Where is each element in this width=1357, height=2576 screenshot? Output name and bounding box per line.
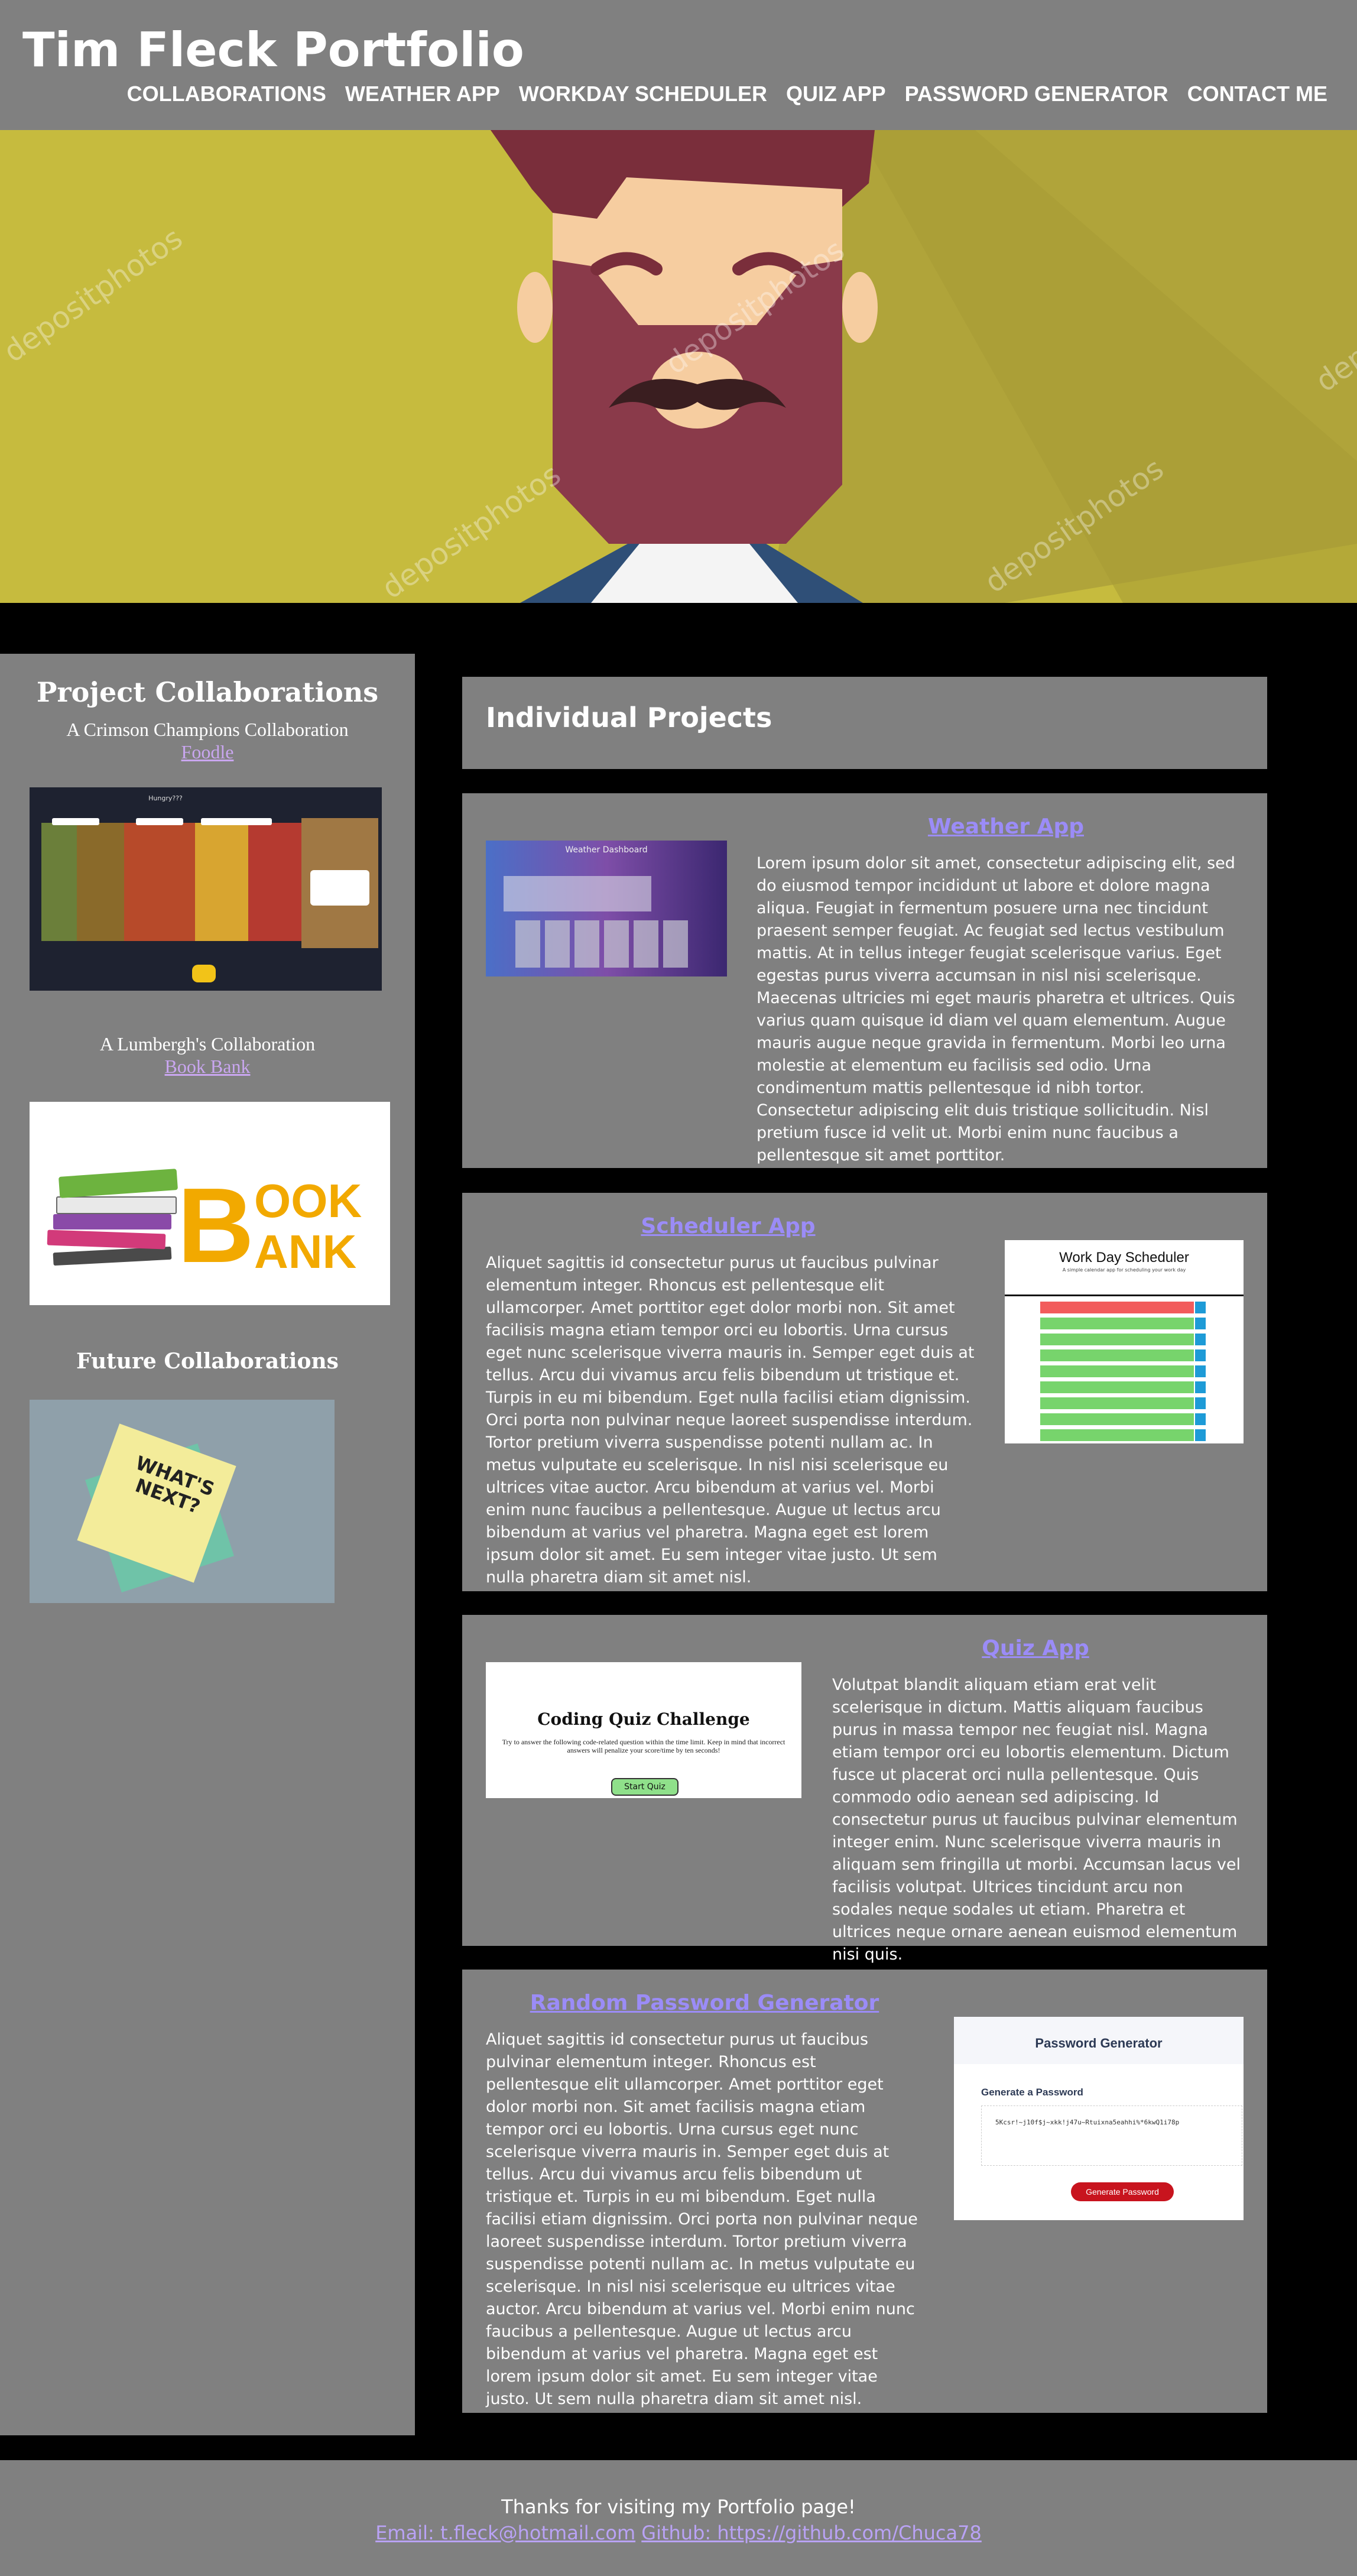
password-thumb-subtitle: Generate a Password bbox=[981, 2087, 1083, 2098]
footer-links: Email: t.fleck@hotmail.com Github: https… bbox=[0, 2522, 1357, 2544]
password-thumb-output: 5Kcsr!~j10f$j~xkk!j47u~Rtuixna5eahhi%*6k… bbox=[995, 2118, 1180, 2126]
book-bank-logo-ook: OOK bbox=[254, 1175, 362, 1227]
quiz-app-thumbnail[interactable]: Coding Quiz Challenge Try to answer the … bbox=[486, 1662, 801, 1798]
scheduler-thumb-subtitle: A simple calendar app for scheduling you… bbox=[1062, 1267, 1186, 1273]
weather-app-card: Weather App Weather Dashboard Lorem ipsu… bbox=[462, 793, 1267, 1168]
book-bank-logo-b: B bbox=[177, 1166, 254, 1285]
github-link[interactable]: Github: https://github.com/Chuca78 bbox=[641, 2522, 982, 2544]
password-generator-thumbnail[interactable]: Password Generator Generate a Password 5… bbox=[954, 2017, 1244, 2220]
foodle-thumb-title: Hungry??? bbox=[148, 794, 183, 802]
email-link[interactable]: Email: t.fleck@hotmail.com bbox=[375, 2522, 635, 2544]
scheduler-app-description: Aliquet sagittis id consectetur purus ut… bbox=[486, 1254, 975, 1587]
scheduler-app-card: Scheduler App Aliquet sagittis id consec… bbox=[462, 1193, 1267, 1591]
sidebar-heading: Project Collaborations bbox=[36, 676, 379, 708]
nav-quiz-app[interactable]: QUIZ APP bbox=[786, 82, 886, 106]
quiz-thumb-text: Try to answer the following code-related… bbox=[502, 1738, 785, 1754]
nav-workday-scheduler[interactable]: WORKDAY SCHEDULER bbox=[519, 82, 767, 106]
scheduler-app-link[interactable]: Scheduler App bbox=[486, 1214, 970, 1238]
future-collaborations-heading: Future Collaborations bbox=[76, 1349, 339, 1374]
future-collaborations-image: WHAT'S NEXT? bbox=[30, 1400, 335, 1603]
main-nav: COLLABORATIONS WEATHER APP WORKDAY SCHED… bbox=[127, 82, 1327, 106]
password-generator-card: Random Password Generator Aliquet sagitt… bbox=[462, 1970, 1267, 2413]
site-header: Tim Fleck Portfolio COLLABORATIONS WEATH… bbox=[0, 0, 1357, 130]
password-generator-description: Aliquet sagittis id consectetur purus ut… bbox=[486, 2030, 918, 2408]
collab-subtitle: A Crimson Champions Collaboration bbox=[66, 719, 349, 740]
site-title: Tim Fleck Portfolio bbox=[22, 22, 524, 77]
nav-weather-app[interactable]: WEATHER APP bbox=[345, 82, 500, 106]
nav-password-generator[interactable]: PASSWORD GENERATOR bbox=[905, 82, 1168, 106]
collaborations-sidebar: Project Collaborations A Crimson Champio… bbox=[0, 654, 415, 2435]
hero-banner: depositphotos depositphotos depositphoto… bbox=[0, 130, 1357, 603]
quiz-app-card: Quiz App Coding Quiz Challenge Try to an… bbox=[462, 1615, 1267, 1964]
start-quiz-button: Start Quiz bbox=[611, 1778, 678, 1796]
collab-subtitle: A Lumbergh's Collaboration bbox=[99, 1033, 316, 1055]
foodle-link[interactable]: Foodle bbox=[0, 741, 415, 763]
book-bank-logo[interactable]: B OOK ANK bbox=[30, 1102, 390, 1305]
password-generator-link[interactable]: Random Password Generator bbox=[486, 1991, 923, 2015]
footer-thanks: Thanks for visiting my Portfolio page! bbox=[501, 2496, 856, 2518]
quiz-app-link[interactable]: Quiz App bbox=[805, 1636, 1266, 1660]
weather-app-link[interactable]: Weather App bbox=[746, 815, 1266, 839]
site-footer: Thanks for visiting my Portfolio page! E… bbox=[0, 2460, 1357, 2576]
nav-contact-me[interactable]: CONTACT ME bbox=[1187, 82, 1327, 106]
weather-app-description: Lorem ipsum dolor sit amet, consectetur … bbox=[757, 854, 1235, 1164]
generate-password-button: Generate Password bbox=[1071, 2182, 1174, 2201]
foodle-thumbnail[interactable]: Hungry??? bbox=[30, 787, 382, 991]
weather-app-thumbnail[interactable]: Weather Dashboard bbox=[486, 841, 727, 976]
individual-projects-title: Individual Projects bbox=[486, 702, 772, 734]
password-thumb-title: Password Generator bbox=[1035, 2036, 1163, 2051]
weather-thumb-title: Weather Dashboard bbox=[565, 845, 648, 855]
nav-collaborations[interactable]: COLLABORATIONS bbox=[127, 82, 326, 106]
scheduler-thumb-title: Work Day Scheduler bbox=[1059, 1250, 1189, 1266]
quiz-app-description: Volutpat blandit aliquam etiam erat veli… bbox=[832, 1676, 1241, 1964]
book-bank-logo-ank: ANK bbox=[254, 1225, 357, 1278]
quiz-thumb-title: Coding Quiz Challenge bbox=[537, 1709, 750, 1729]
scheduler-app-thumbnail[interactable]: Work Day Scheduler A simple calendar app… bbox=[1005, 1240, 1244, 1443]
book-bank-link[interactable]: Book Bank bbox=[0, 1056, 415, 1078]
individual-projects-header: Individual Projects bbox=[462, 677, 1267, 769]
